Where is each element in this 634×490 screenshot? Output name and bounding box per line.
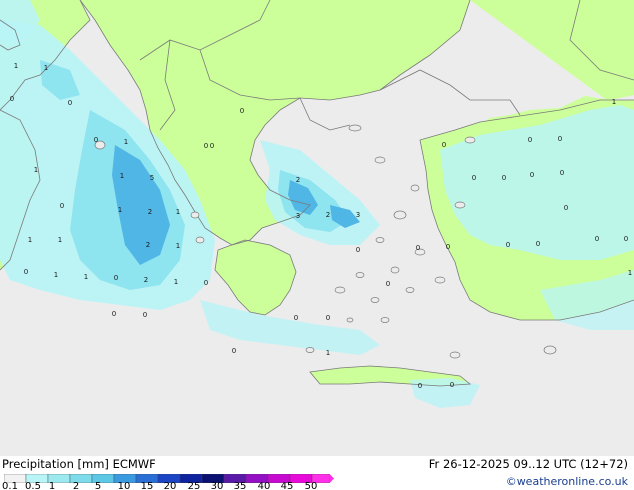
precip-value-label: 0 — [68, 99, 72, 107]
precip-value-label: 1 — [14, 62, 18, 70]
legend-title: Precipitation [mm] ECMWF — [2, 457, 156, 471]
colorbar-tick-label: 0.1 — [2, 481, 18, 490]
precip-value-label: 0 — [60, 202, 64, 210]
precip-value-label: 0 — [450, 381, 454, 389]
precip-value-label: 0 — [530, 171, 534, 179]
colorbar-tick-label: 25 — [187, 481, 201, 490]
precip-value-label: 1 — [44, 64, 48, 72]
valid-time: Fr 26-12-2025 09..12 UTC (12+72) — [428, 457, 628, 471]
island — [543, 345, 557, 355]
island — [454, 201, 466, 209]
precip-value-label: 1 — [176, 242, 180, 250]
precip-value-label: 1 — [120, 172, 124, 180]
precip-value-label: 2 — [148, 208, 152, 216]
precip-value-label: 0 — [528, 136, 532, 144]
precip-value-label: 3 — [356, 211, 360, 219]
island — [405, 287, 415, 293]
colorbar-tick-label: 15 — [140, 481, 154, 490]
precip-value-label: 2 — [146, 241, 150, 249]
precip-value-label: 0 — [143, 311, 147, 319]
precip-value-label: 0 — [472, 174, 476, 182]
precip-value-label: 0 — [558, 135, 562, 143]
precip-value-label: 0 — [356, 246, 360, 254]
colorbar-tick-label: 35 — [233, 481, 247, 490]
precip-value-label: 0 — [94, 136, 98, 144]
island — [380, 317, 390, 323]
colorbar-tick-label: 40 — [257, 481, 271, 490]
colorbar-tick-label: 1 — [48, 481, 56, 490]
colorbar-tick-label: 2 — [72, 481, 80, 490]
colorbar-tick-label: 45 — [280, 481, 294, 490]
island — [190, 211, 200, 219]
precip-value-label: 0 — [564, 204, 568, 212]
island — [370, 297, 380, 303]
precip-value-label: 0 — [232, 347, 236, 355]
precip-value-label: 1 — [54, 271, 58, 279]
island — [375, 237, 385, 243]
precip-value-label: 1 — [612, 98, 616, 106]
precip-value-label: 0 — [502, 174, 506, 182]
precipitation-map: 1 1 0 0 0 1 1 1 5 0 1 2 1 1 1 2 1 0 1 1 0 2 1 0 0 0 0 0 2 3 2 3 0 0 0 0 0 0 0 0… — [0, 0, 634, 456]
precip-value-label: 0 — [326, 314, 330, 322]
colorbar-tick-label: 50 — [304, 481, 318, 490]
island — [305, 347, 315, 353]
precip-value-label: 1 — [176, 208, 180, 216]
island — [390, 266, 400, 274]
precip-value-label: 0 — [416, 244, 420, 252]
precip-value-label: 1 — [118, 206, 122, 214]
precip-value-label: 0 — [210, 142, 214, 150]
precip-value-label: 0 — [624, 235, 628, 243]
colorbar-tick-label: 0.5 — [25, 481, 41, 490]
precip-value-label: 0 — [386, 280, 390, 288]
precip-value-label: 1 — [28, 236, 32, 244]
precip-value-label: 0 — [595, 235, 599, 243]
island — [449, 351, 461, 359]
precip-value-label: 2 — [144, 276, 148, 284]
island — [464, 136, 476, 144]
island — [374, 156, 386, 164]
precip-value-label: 1 — [34, 166, 38, 174]
precip-value-label: 1 — [58, 236, 62, 244]
island — [348, 124, 362, 132]
precip-value-label: 0 — [442, 141, 446, 149]
precip-value-label: 5 — [150, 174, 154, 182]
colorbar-tick-label: 20 — [163, 481, 177, 490]
precip-value-label: 3 — [296, 212, 300, 220]
island — [346, 317, 354, 323]
precip-value-label: 0 — [204, 142, 208, 150]
precip-value-label: 0 — [114, 274, 118, 282]
precip-value-label: 1 — [124, 138, 128, 146]
precip-value-label: 0 — [204, 279, 208, 287]
precip-value-label: 0 — [506, 241, 510, 249]
precip-value-label: 1 — [628, 269, 632, 277]
precip-value-label: 0 — [112, 310, 116, 318]
island — [393, 210, 407, 220]
precip-value-label: 2 — [296, 176, 300, 184]
precip-value-label: 0 — [536, 240, 540, 248]
precip-value-label: 1 — [326, 349, 330, 357]
precip-value-label: 0 — [418, 382, 422, 390]
colorbar-tick-label: 10 — [117, 481, 131, 490]
precip-value-label: 2 — [326, 211, 330, 219]
island — [195, 236, 205, 244]
island — [355, 272, 365, 278]
credit-link[interactable]: ©weatheronline.co.uk — [506, 475, 628, 488]
precip-value-label: 1 — [84, 273, 88, 281]
precip-value-label: 0 — [446, 243, 450, 251]
island — [410, 184, 420, 192]
legend-footer: Precipitation [mm] ECMWF Fr 26-12-2025 0… — [0, 456, 634, 490]
precip-value-label: 0 — [560, 169, 564, 177]
island — [434, 276, 446, 284]
precip-value-label: 1 — [174, 278, 178, 286]
precip-value-label: 0 — [240, 107, 244, 115]
precip-value-label: 0 — [294, 314, 298, 322]
precip-value-label: 0 — [10, 95, 14, 103]
colorbar-arrow — [329, 474, 334, 483]
colorbar-tick-label: 5 — [94, 481, 102, 490]
island — [334, 286, 346, 294]
weather-map-view: 1100011150121112101102100000232300000000… — [0, 0, 634, 490]
colorbar-tick-label: 30 — [210, 481, 224, 490]
precip-value-label: 0 — [24, 268, 28, 276]
